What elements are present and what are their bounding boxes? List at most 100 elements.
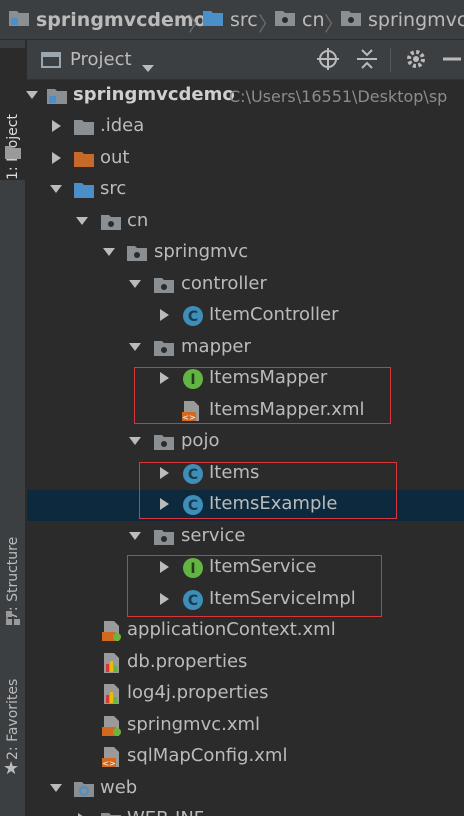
project-view-icon (41, 52, 61, 72)
collapsed-arrow-icon[interactable] (49, 151, 63, 165)
expanded-arrow-icon[interactable] (128, 340, 142, 354)
expanded-arrow-icon[interactable] (128, 529, 142, 543)
tree-node-mapper[interactable]: mapper (27, 333, 464, 364)
tree-node-controller[interactable]: controller (27, 270, 464, 301)
tab-favorites-label: 2: Favorites (5, 678, 21, 760)
tree-node-item-service-impl[interactable]: C ItemServiceImpl (27, 585, 464, 616)
expanded-arrow-icon[interactable] (128, 434, 142, 448)
tree-node-idea[interactable]: .idea (27, 112, 464, 143)
tree-label: out (100, 147, 130, 168)
tree-label: log4j.properties (127, 682, 269, 703)
xml-file-icon: <> (182, 401, 199, 422)
tree-node-web[interactable]: web (27, 774, 464, 805)
folder-icon (74, 120, 94, 135)
collapsed-arrow-icon[interactable] (49, 119, 63, 133)
package-icon (101, 215, 121, 230)
panel-title[interactable]: Project (70, 49, 132, 70)
breadcrumb-cn[interactable]: cn (274, 0, 325, 40)
tree-node-items[interactable]: C Items (27, 459, 464, 490)
project-tree: springmvcdemo C:\Users\16551\Desktop\sp … (25, 80, 464, 816)
tree-label: springmvcdemo (73, 84, 235, 105)
folder-icon (101, 813, 121, 816)
project-tab-icon (5, 144, 21, 163)
tree-node-root[interactable]: springmvcdemo C:\Users\16551\Desktop\sp (25, 81, 464, 112)
tree-label: ItemsMapper.xml (209, 399, 365, 420)
tree-node-db-properties[interactable]: db.properties (27, 648, 464, 679)
collapsed-arrow-icon[interactable] (157, 466, 171, 480)
tree-label: pojo (181, 430, 220, 451)
svg-text:C: C (188, 309, 198, 325)
tree-node-items-mapper-xml[interactable]: <> ItemsMapper.xml (27, 396, 464, 427)
tree-node-item-controller[interactable]: C ItemController (27, 301, 464, 332)
package-icon (154, 435, 174, 450)
package-folder-icon (340, 8, 362, 33)
svg-text:C: C (188, 498, 198, 514)
expanded-arrow-icon[interactable] (49, 182, 63, 196)
tree-node-items-mapper[interactable]: I ItemsMapper (27, 364, 464, 395)
tree-node-cn[interactable]: cn (27, 207, 464, 238)
tree-node-item-service[interactable]: I ItemService (27, 553, 464, 584)
breadcrumb-label: cn (302, 9, 325, 31)
project-folder-icon (47, 89, 67, 104)
expanded-arrow-icon[interactable] (49, 781, 63, 795)
source-folder-icon (74, 183, 94, 198)
chevron-down-icon[interactable] (142, 58, 154, 77)
tree-label: Items (209, 462, 260, 483)
collapsed-arrow-icon[interactable] (75, 812, 89, 816)
excluded-folder-icon (74, 152, 94, 167)
expanded-arrow-icon[interactable] (102, 245, 116, 259)
tree-label: service (181, 525, 246, 546)
tree-label: ItemController (209, 304, 339, 325)
collapsed-arrow-icon[interactable] (157, 592, 171, 606)
tab-favorites[interactable]: 2: Favorites (0, 660, 26, 760)
breadcrumb-project[interactable]: springmvcdemo (8, 0, 207, 40)
tree-label: sqlMapConfig.xml (127, 745, 288, 766)
class-icon: C (183, 464, 203, 484)
tree-label: src (100, 178, 127, 199)
tree-label: cn (127, 210, 149, 231)
xml-file-icon: <> (102, 747, 119, 768)
structure-icon (6, 610, 20, 629)
tree-node-web-inf[interactable]: WEB-INF (27, 805, 464, 816)
tree-node-sql-map-config[interactable]: <> sqlMapConfig.xml (27, 742, 464, 773)
properties-file-icon (104, 653, 119, 673)
tree-node-pojo[interactable]: pojo (27, 427, 464, 458)
project-folder-icon (8, 8, 30, 33)
tree-node-application-context[interactable]: applicationContext.xml (27, 616, 464, 647)
collapsed-arrow-icon[interactable] (157, 371, 171, 385)
gear-icon[interactable] (405, 48, 427, 75)
tree-node-service[interactable]: service (27, 522, 464, 553)
tree-label: web (100, 777, 138, 798)
hide-icon[interactable] (443, 48, 461, 75)
tree-label: springmvc (154, 241, 249, 262)
tree-node-items-example[interactable]: C ItemsExample (27, 490, 464, 521)
tree-node-springmvc[interactable]: springmvc (27, 238, 464, 269)
tree-label: mapper (181, 336, 251, 357)
tree-node-out[interactable]: out (27, 144, 464, 175)
breadcrumb-src[interactable]: src (202, 0, 258, 40)
expanded-arrow-icon[interactable] (75, 214, 89, 228)
expanded-arrow-icon[interactable] (25, 88, 39, 102)
tree-node-springmvc-xml[interactable]: springmvc.xml (27, 711, 464, 742)
tool-window-strip: 1: Project 7: Structure 2: Favorites ★ (0, 40, 26, 816)
breadcrumb-springmvc[interactable]: springmvc (340, 0, 464, 40)
navigation-bar: springmvcdemo 〉 src 〉 cn 〉 springmvc (0, 0, 464, 40)
collapsed-arrow-icon[interactable] (157, 560, 171, 574)
collapsed-arrow-icon[interactable] (157, 497, 171, 511)
tree-node-src[interactable]: src (27, 175, 464, 206)
tree-label: applicationContext.xml (127, 619, 336, 640)
interface-icon: I (183, 369, 203, 389)
source-folder-icon (202, 8, 224, 33)
star-icon: ★ (3, 758, 20, 779)
tree-label: controller (181, 273, 267, 294)
class-icon: C (183, 590, 203, 610)
svg-text:<>: <> (182, 413, 195, 422)
collapse-all-icon[interactable] (357, 48, 377, 75)
expanded-arrow-icon[interactable] (128, 277, 142, 291)
class-icon: C (183, 495, 203, 515)
tab-structure[interactable]: 7: Structure (0, 510, 26, 620)
collapsed-arrow-icon[interactable] (157, 308, 171, 322)
package-icon (154, 530, 174, 545)
locate-icon[interactable] (317, 48, 339, 75)
tree-node-log4j-properties[interactable]: log4j.properties (27, 679, 464, 710)
